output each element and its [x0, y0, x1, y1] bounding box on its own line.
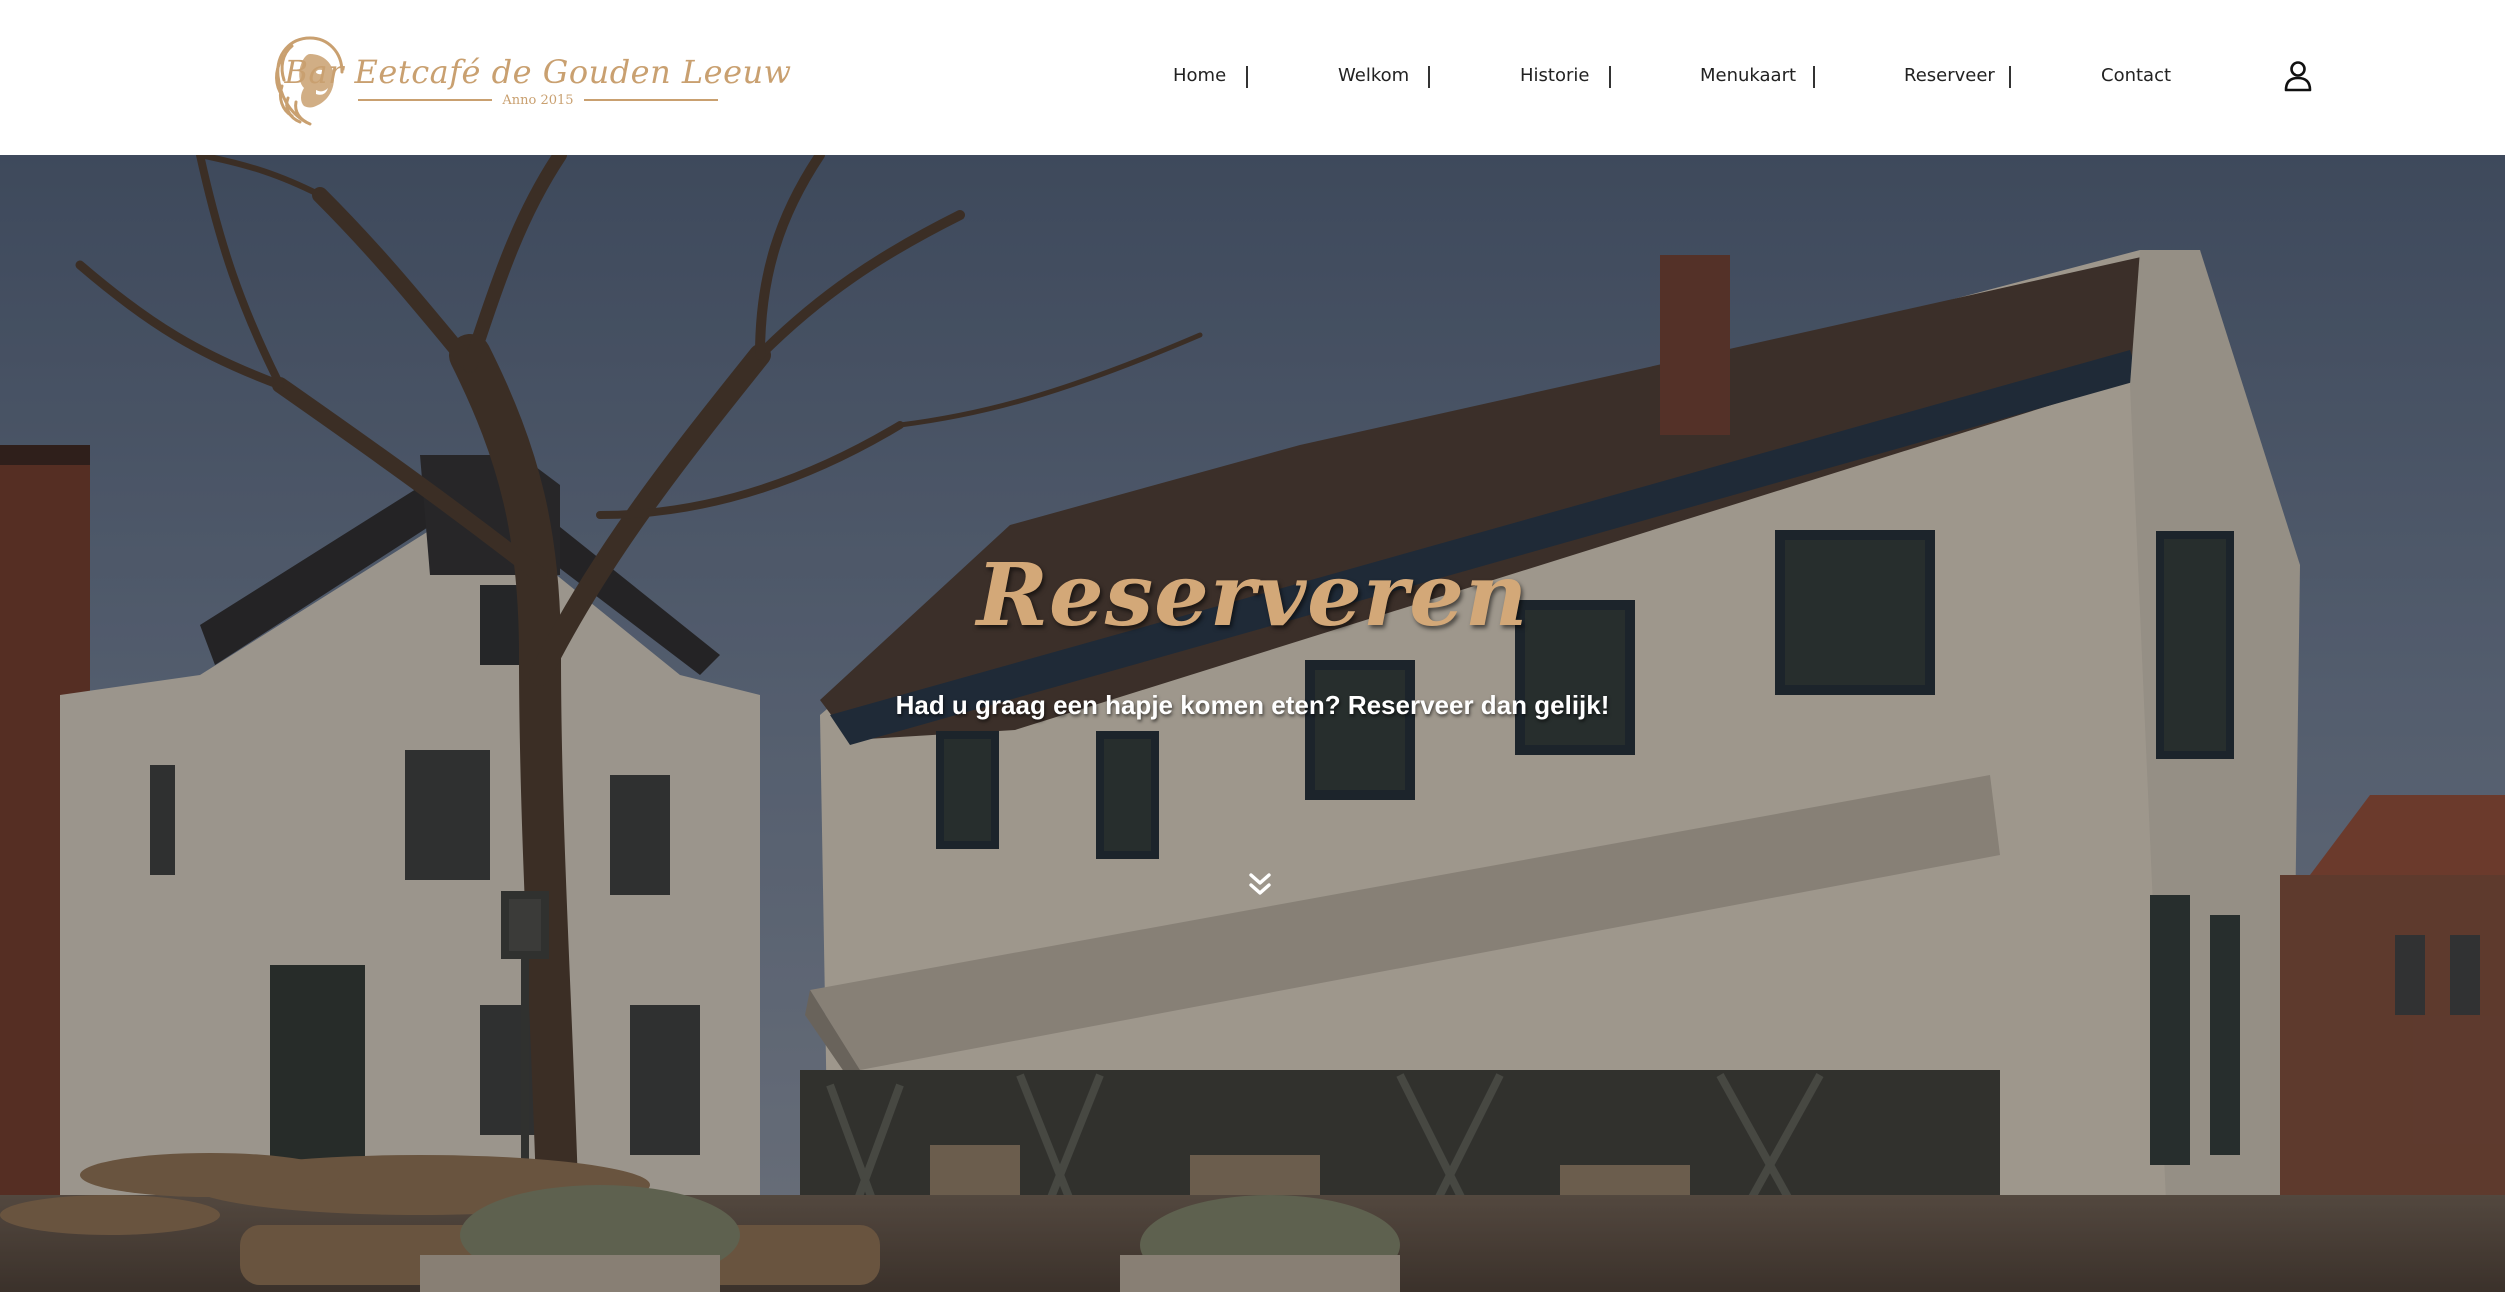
- nav-reserveer[interactable]: Reserveer: [1904, 58, 1995, 94]
- nav-home[interactable]: Home: [1173, 58, 1226, 94]
- site-header: Bar Eetcafé de Gouden Leeuw Anno 2015 Ho…: [0, 0, 2505, 155]
- hero-overlay: [0, 155, 2505, 1292]
- nav-separator: [1428, 66, 1430, 88]
- nav-separator: [1813, 66, 1815, 88]
- brand-tagline-row: Anno 2015: [358, 93, 718, 108]
- nav-separator: [2009, 66, 2011, 88]
- user-icon[interactable]: [2283, 60, 2313, 92]
- hero-title: Reserveren: [976, 545, 1529, 646]
- main-navigation: Home Welkom Historie Menukaart Reserveer…: [0, 58, 2505, 94]
- brand-tagline: Anno 2015: [502, 92, 574, 108]
- hero-section: Reserveren Had u graag een hapje komen e…: [0, 155, 2505, 1292]
- divider: [583, 99, 718, 101]
- nav-contact[interactable]: Contact: [2101, 58, 2171, 94]
- divider: [358, 99, 493, 101]
- nav-welkom[interactable]: Welkom: [1338, 58, 1409, 94]
- hero-subtitle: Had u graag een hapje komen eten? Reserv…: [895, 690, 1610, 720]
- nav-separator: [1246, 66, 1248, 88]
- double-chevron-down-icon[interactable]: [1245, 870, 1275, 900]
- nav-menukaart[interactable]: Menukaart: [1700, 58, 1796, 94]
- nav-historie[interactable]: Historie: [1520, 58, 1589, 94]
- nav-separator: [1609, 66, 1611, 88]
